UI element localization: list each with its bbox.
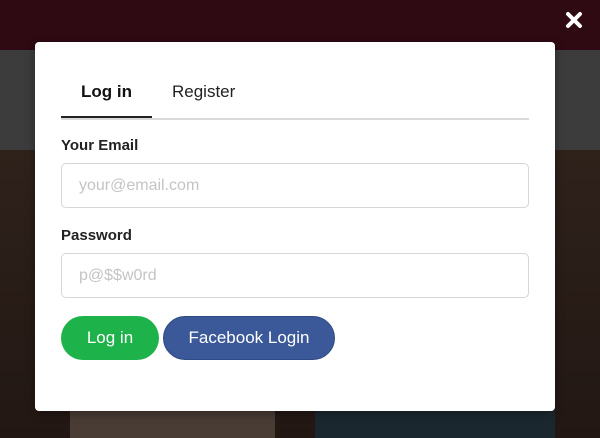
- facebook-login-button[interactable]: Facebook Login: [163, 316, 335, 360]
- tab-log-in[interactable]: Log in: [61, 72, 152, 118]
- login-modal: Log in Register Your Email Password Log …: [35, 42, 555, 411]
- close-button[interactable]: [560, 6, 588, 34]
- password-field[interactable]: [61, 253, 529, 298]
- auth-tabs: Log in Register: [61, 72, 529, 120]
- email-field[interactable]: [61, 163, 529, 208]
- password-label: Password: [61, 227, 132, 244]
- close-icon: [566, 12, 582, 28]
- email-label: Your Email: [61, 137, 139, 154]
- log-in-button[interactable]: Log in: [61, 316, 159, 360]
- tab-register[interactable]: Register: [152, 72, 255, 116]
